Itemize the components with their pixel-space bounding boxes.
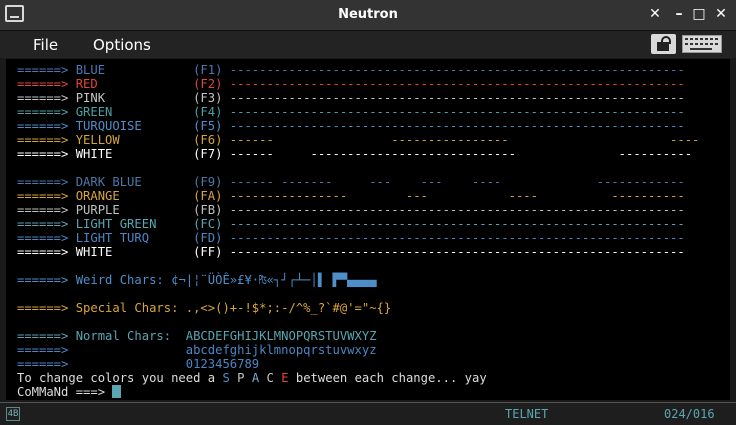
minimize-icon[interactable]: – [671,6,687,22]
menu-options[interactable]: Options [93,36,151,54]
lock-icon[interactable] [651,34,676,54]
color-line-green: ======> GREEN (F4) ---------------------… [17,105,685,119]
cursor-position: 024/016 [664,407,715,421]
special-chars-line: ======> Special Chars: .,<>()+-!$*;:-/^%… [17,301,392,315]
maximize-icon[interactable]: □ [691,6,707,22]
color-line-turquoise: ======> TURQUOISE (F5) -----------------… [17,119,685,133]
color-line-blue: ======> BLUE (F1) ----------------------… [17,63,685,77]
color-line-light-turq: ======> LIGHT TURQ (FD) ----------------… [17,231,685,245]
keyboard-icon[interactable] [682,35,722,53]
color-line-white-ff: ======> WHITE (FF) ---------------------… [17,245,685,259]
command-label: CoMMaNd ===> [17,385,113,399]
menu-bar: File Options [0,31,736,58]
close-small-icon[interactable]: ✕ [647,6,663,22]
menu-file[interactable]: File [33,36,58,54]
color-line-light-green: ======> LIGHT GREEN (FC) ---------------… [17,217,685,231]
connection-mode: TELNET [505,407,549,421]
title-bar: Neutron ✕ – □ ✕ [0,0,736,31]
color-line-orange: ======> ORANGE (FA) ---------------- ---… [17,189,685,203]
connection-status-icon: 4B [6,407,20,421]
close-icon[interactable]: ✕ [713,6,729,22]
color-line-red: ======> RED (F2) -----------------------… [17,77,685,91]
color-line-purple: ======> PURPLE (FB) --------------------… [17,203,685,217]
color-line-dark-blue: ======> DARK BLUE (F9) ------ ------- --… [17,175,685,189]
text-cursor [112,385,122,398]
weird-chars-line: ======> Weird Chars: ¢¬|¦¨ÜÒÊ»£¥·₧«┐┘┌┴─… [17,273,377,287]
space-letter-p: P [237,371,245,385]
terminal-screen[interactable]: ======> BLUE (F1) ----------------------… [6,59,730,400]
window-title: Neutron [338,7,398,22]
space-letter-a: A [251,371,260,385]
space-letter-e: E [281,371,289,385]
color-line-white: ======> WHITE (F7) ------ --------------… [17,147,693,161]
change-colors-suffix: between each change... yay [288,371,487,385]
space-letter-s: S [222,371,230,385]
color-line-yellow: ======> YELLOW (F6) ------ -------------… [17,133,700,147]
app-window: Neutron ✕ – □ ✕ File Options ======> BLU… [0,0,736,425]
space-letter-c: C [266,371,274,385]
normal-chars-lower: ======> abcdefghijklmnopqrstuvwxyz [17,343,377,357]
normal-chars-upper: ======> Normal Chars: ABCDEFGHIJKLMNOPQR… [17,329,377,343]
change-colors-line: To change colors you need a S P A C E be… [17,371,487,385]
change-colors-prefix: To change colors you need a [17,371,223,385]
normal-chars-digits: ======> 0123456789 [17,357,260,371]
command-prompt[interactable]: CoMMaNd ===> [17,385,122,399]
color-line-pink: ======> PINK (F3) ----------------------… [17,91,685,105]
status-bar: 4B TELNET 024/016 [0,402,736,425]
